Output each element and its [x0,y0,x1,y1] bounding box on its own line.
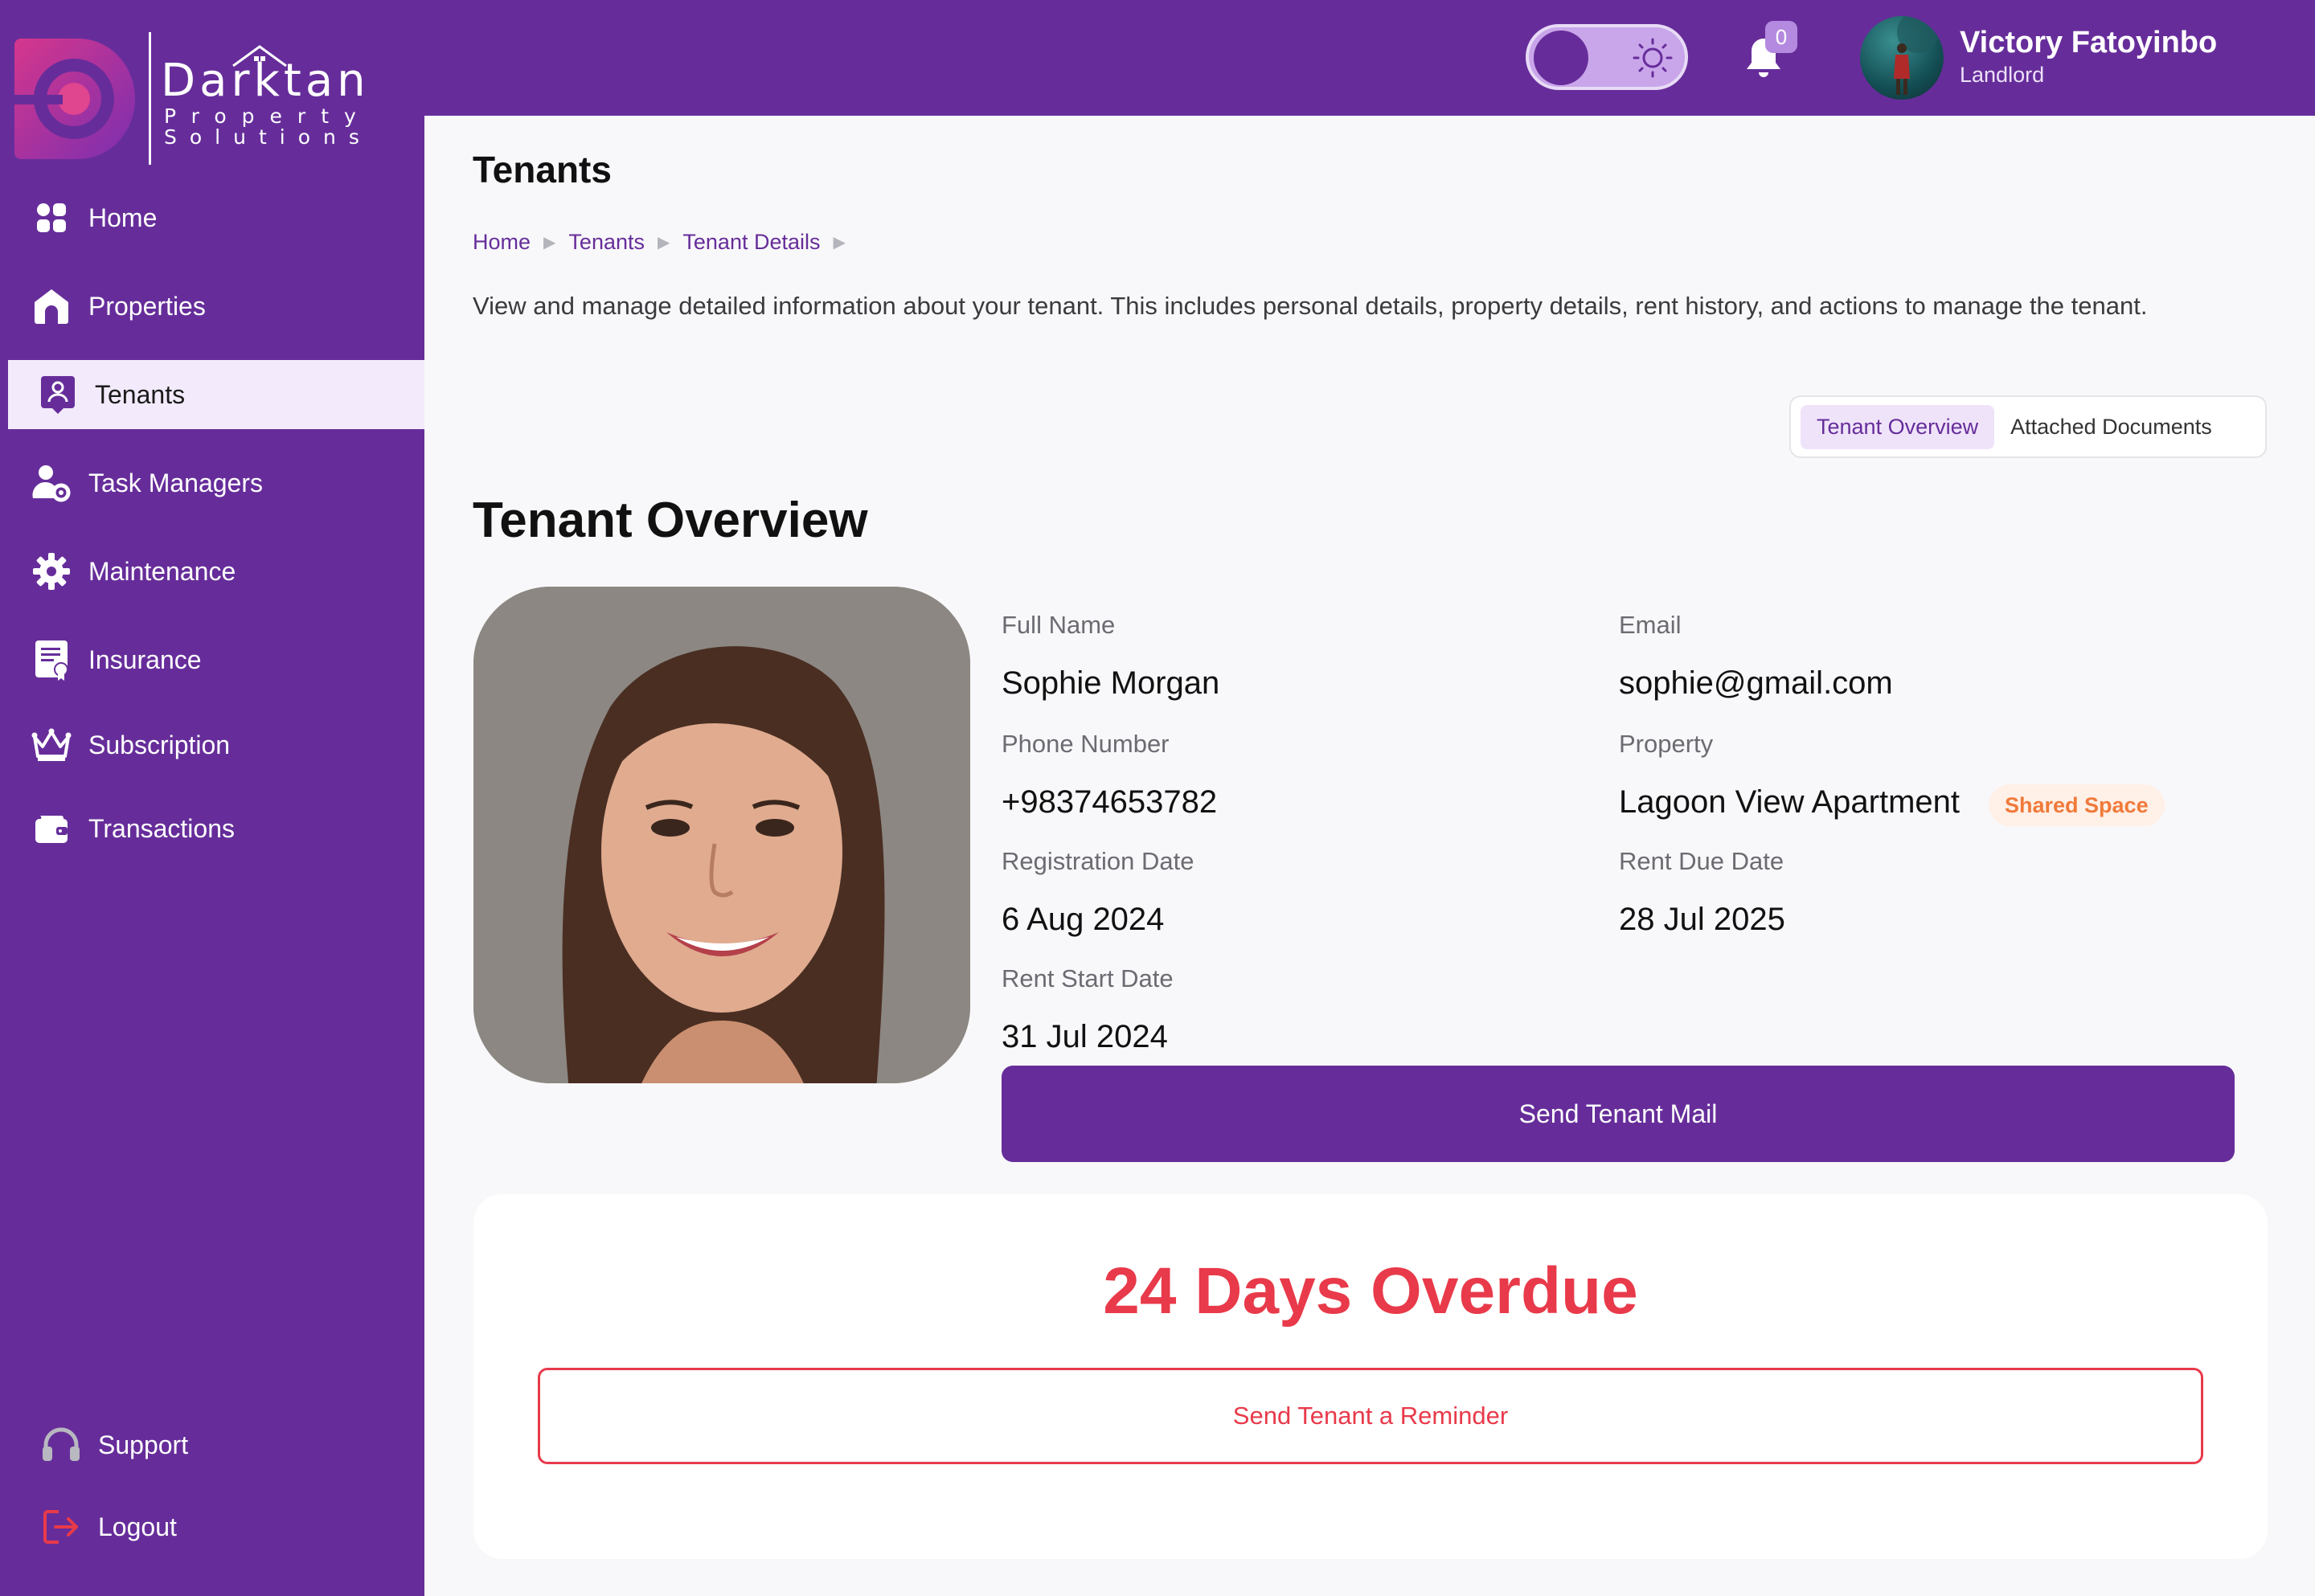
sidebar-item-label: Home [88,203,158,232]
user-name[interactable]: Victory Fatoyinbo [1960,26,2217,60]
tenant-photo [473,587,970,1083]
rent-due-date-value: 28 Jul 2025 [1619,902,1785,937]
property-value: Lagoon View Apartment [1619,784,1961,820]
sidebar-item-label: Maintenance [88,556,236,586]
phone-value: +98374653782 [1002,784,1218,820]
property-type-badge: Shared Space [1989,784,2165,826]
logo-divider [149,32,151,165]
logout-link[interactable]: Logout [40,1506,177,1548]
sidebar-item-insurance[interactable]: Insurance [8,625,424,694]
send-reminder-button[interactable]: Send Tenant a Reminder [538,1368,2203,1464]
section-title: Tenant Overview [473,493,868,548]
registration-date-value: 6 Aug 2024 [1002,902,1165,937]
registration-date-label: Registration Date [1002,847,1194,875]
overdue-card: 24 Days Overdue Send Tenant a Reminder [473,1194,2268,1559]
overdue-status: 24 Days Overdue [1103,1254,1638,1328]
rent-start-date-value: 31 Jul 2024 [1002,1019,1168,1054]
page-title: Tenants [473,149,612,190]
sidebar: Darktan Property Solutions Home Properti… [0,0,424,1596]
email-value: sophie@gmail.com [1619,665,1893,701]
brand-sub-solutions: Solutions [164,125,372,149]
page-description: View and manage detailed information abo… [473,292,2148,320]
grid-icon [31,197,72,239]
send-tenant-mail-button[interactable]: Send Tenant Mail [1002,1066,2235,1162]
crown-icon [31,724,72,766]
logo-mark-icon [14,39,135,159]
notification-badge: 0 [1765,21,1797,53]
sidebar-item-label: Insurance [88,645,202,674]
tenant-photo-image [473,587,970,1083]
sidebar-item-label: Tenants [95,379,186,409]
rent-start-date-label: Rent Start Date [1002,964,1174,992]
tab-tenant-overview[interactable]: Tenant Overview [1801,404,1995,449]
tab-attached-documents[interactable]: Attached Documents [1994,405,2228,449]
gear-icon [31,550,72,592]
sun-icon [1633,38,1673,78]
brand-sub-property: Property [164,104,371,128]
sidebar-item-task-managers[interactable]: Task Managers [8,448,424,518]
sidebar-item-label: Properties [88,291,206,321]
full-name-label: Full Name [1002,611,1116,639]
brand-name: Darktan [161,55,370,107]
avatar[interactable] [1860,16,1944,100]
tab-bar: Tenant Overview Attached Documents [1789,395,2267,458]
sidebar-item-label: Task Managers [88,468,263,497]
user-role: Landlord [1960,63,2045,87]
brand-logo[interactable]: Darktan Property Solutions [14,32,366,169]
certificate-icon [31,639,72,681]
sidebar-item-home[interactable]: Home [8,183,424,252]
sidebar-item-subscription[interactable]: Subscription [8,710,424,780]
breadcrumb-home[interactable]: Home [473,230,531,255]
email-label: Email [1619,611,1682,639]
breadcrumb-separator-icon: ▶ [833,234,846,252]
sidebar-item-maintenance[interactable]: Maintenance [8,537,424,606]
logout-label: Logout [98,1512,177,1541]
tenant-icon [37,374,79,415]
support-link[interactable]: Support [40,1424,188,1466]
breadcrumb-tenants[interactable]: Tenants [568,230,645,255]
breadcrumb: Home ▶ Tenants ▶ Tenant Details ▶ [473,230,858,255]
property-label: Property [1619,730,1714,758]
phone-label: Phone Number [1002,730,1170,758]
toggle-knob [1534,31,1588,85]
house-icon [31,285,72,327]
logout-icon [40,1506,82,1548]
breadcrumb-separator-icon: ▶ [543,234,556,252]
user-gear-icon [31,462,72,504]
headset-icon [40,1424,82,1466]
sidebar-item-label: Transactions [88,813,235,843]
breadcrumb-separator-icon: ▶ [658,234,670,252]
support-label: Support [98,1430,189,1459]
wallet-icon [31,808,72,849]
avatar-image [1894,16,1939,95]
sidebar-item-transactions[interactable]: Transactions [8,794,424,863]
rent-due-date-label: Rent Due Date [1619,847,1784,875]
theme-toggle[interactable] [1526,24,1688,90]
full-name-value: Sophie Morgan [1002,665,1220,701]
sidebar-item-properties[interactable]: Properties [8,272,424,341]
sidebar-item-label: Subscription [88,730,231,759]
sidebar-item-tenants[interactable]: Tenants [8,360,424,429]
breadcrumb-tenant-details[interactable]: Tenant Details [682,230,820,255]
